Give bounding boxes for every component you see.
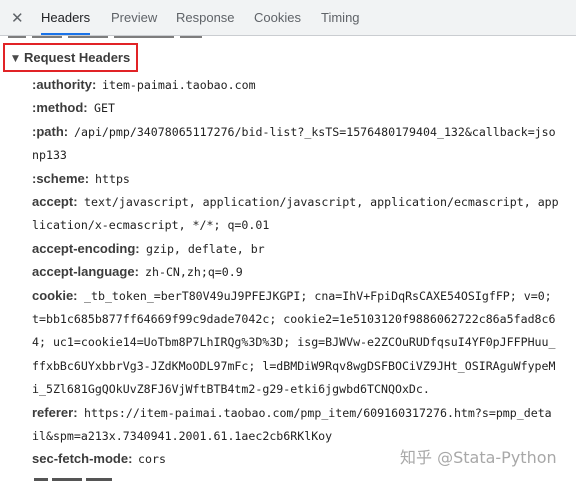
header-name: accept:	[32, 194, 78, 209]
header-name: :method:	[32, 100, 88, 115]
header-value-continuation: i_5Zl681GgQOkUvZ8FJ6VjWftBTB4tm2-g29-etk…	[32, 382, 430, 396]
clipped-previous-row	[8, 36, 208, 40]
header-value: text/javascript, application/javascript,…	[84, 195, 559, 209]
header-value-continuation: np133	[32, 148, 67, 162]
header-value: gzip, deflate, br	[146, 242, 265, 256]
header-name: sec-fetch-mode:	[32, 451, 133, 466]
header-value: GET	[94, 101, 115, 115]
header-value: https://item-paimai.taobao.com/pmp_item/…	[84, 406, 552, 420]
header-name: referer:	[32, 405, 78, 420]
header-name: :path:	[32, 124, 69, 139]
header-name: :authority:	[32, 77, 97, 92]
tab-preview[interactable]: Preview	[111, 0, 157, 35]
header-value-continuation: t=bb1c685b877ff64669f99c9dade7042c; cook…	[32, 312, 556, 326]
header-name: cookie:	[32, 288, 78, 303]
tab-timing[interactable]: Timing	[321, 0, 360, 35]
header-name: :scheme:	[32, 171, 90, 186]
expand-triangle-icon[interactable]: ▼	[12, 54, 19, 64]
header-value-continuation: il&spm=a213x.7340941.2001.61.1aec2cb6RKl…	[32, 429, 333, 443]
tab-response[interactable]: Response	[176, 0, 235, 35]
request-headers-section-header[interactable]: ▼ Request Headers	[3, 43, 138, 72]
watermark: 知乎 @Stata-Python	[400, 448, 557, 467]
header-value: /api/pmp/34078065117276/bid-list?_ksTS=1…	[74, 125, 556, 139]
tab-cookies[interactable]: Cookies	[254, 0, 301, 35]
devtools-tab-bar: ✕ Headers Preview Response Cookies Timin…	[0, 0, 576, 36]
section-title: Request Headers	[24, 50, 131, 65]
close-icon[interactable]: ✕	[11, 8, 24, 28]
clipped-next-row	[34, 478, 154, 482]
header-value: _tb_token_=berT80V49uJ9PFEJKGPI; cna=IhV…	[84, 289, 552, 303]
header-value-continuation: 4; uc1=cookie14=UoTbm8P7LhIRQg%3D%3D; is…	[32, 335, 556, 349]
header-value: item-paimai.taobao.com	[102, 78, 256, 92]
header-value: zh-CN,zh;q=0.9	[145, 265, 243, 279]
header-value-continuation: ffxbBc6UYxbbrVg3-JZdKMoODL97mFc; l=dBMDi…	[32, 359, 556, 373]
header-value: https	[95, 172, 130, 186]
header-name: accept-language:	[32, 264, 139, 279]
header-value: cors	[138, 452, 166, 466]
tab-headers[interactable]: Headers	[41, 0, 91, 35]
header-value-continuation: lication/x-ecmascript, */*; q=0.01	[32, 218, 270, 232]
header-name: accept-encoding:	[32, 241, 140, 256]
